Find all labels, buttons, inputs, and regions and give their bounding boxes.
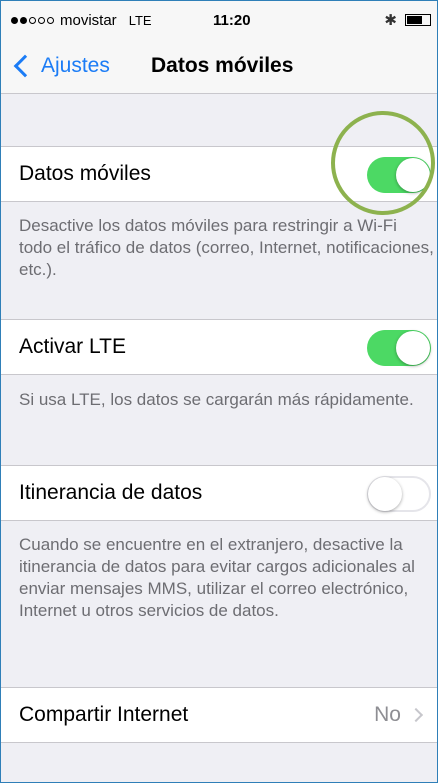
carrier-name: movistar (60, 12, 117, 29)
switch-knob (396, 331, 430, 365)
itinerancia-description: Cuando se encuentre en el extranjero, de… (19, 535, 415, 620)
battery-fill (407, 16, 423, 24)
battery-icon (405, 14, 431, 26)
cell-activar-lte: Activar LTE (1, 319, 437, 375)
cell-compartir-internet[interactable]: Compartir Internet No (1, 687, 437, 743)
cell-datos-moviles: Datos móviles (1, 146, 437, 202)
back-label: Ajustes (41, 54, 110, 77)
datos-moviles-switch[interactable] (367, 157, 431, 193)
cell-label: Datos móviles (19, 162, 151, 185)
signal-dot (11, 17, 18, 24)
itinerancia-switch[interactable] (367, 476, 431, 512)
datos-moviles-description: Desactive los datos móviles para restrin… (19, 216, 434, 279)
signal-dot (47, 17, 54, 24)
status-time: 11:20 (213, 12, 251, 29)
status-right: ✱ (384, 11, 431, 29)
signal-dot (38, 17, 45, 24)
cell-itinerancia: Itinerancia de datos (1, 465, 437, 521)
compartir-value-text: No (374, 703, 401, 726)
cell-label: Itinerancia de datos (19, 481, 203, 504)
network-type: LTE (128, 13, 152, 28)
cell-label: Compartir Internet (19, 703, 189, 726)
cell-label: Activar LTE (19, 335, 126, 358)
phone-screen: movistar LTE 11:20 ✱ Ajustes Datos móvil… (0, 0, 438, 783)
navigation-bar: Ajustes Datos móviles (1, 41, 437, 94)
page-title: Datos móviles (151, 54, 294, 77)
chevron-right-icon (408, 707, 424, 723)
status-left: movistar LTE (11, 12, 152, 29)
switch-knob (396, 158, 430, 192)
chevron-left-icon (13, 54, 37, 78)
activar-lte-switch[interactable] (367, 330, 431, 366)
signal-strength-icon (11, 17, 54, 24)
bluetooth-icon: ✱ (384, 12, 397, 29)
signal-dot (29, 17, 36, 24)
switch-knob (368, 477, 402, 511)
signal-dot (20, 17, 27, 24)
activar-lte-description: Si usa LTE, los datos se cargarán más rá… (19, 390, 414, 409)
back-button[interactable]: Ajustes (11, 54, 110, 78)
status-bar: movistar LTE 11:20 ✱ (1, 1, 437, 41)
compartir-value: No (374, 703, 424, 727)
